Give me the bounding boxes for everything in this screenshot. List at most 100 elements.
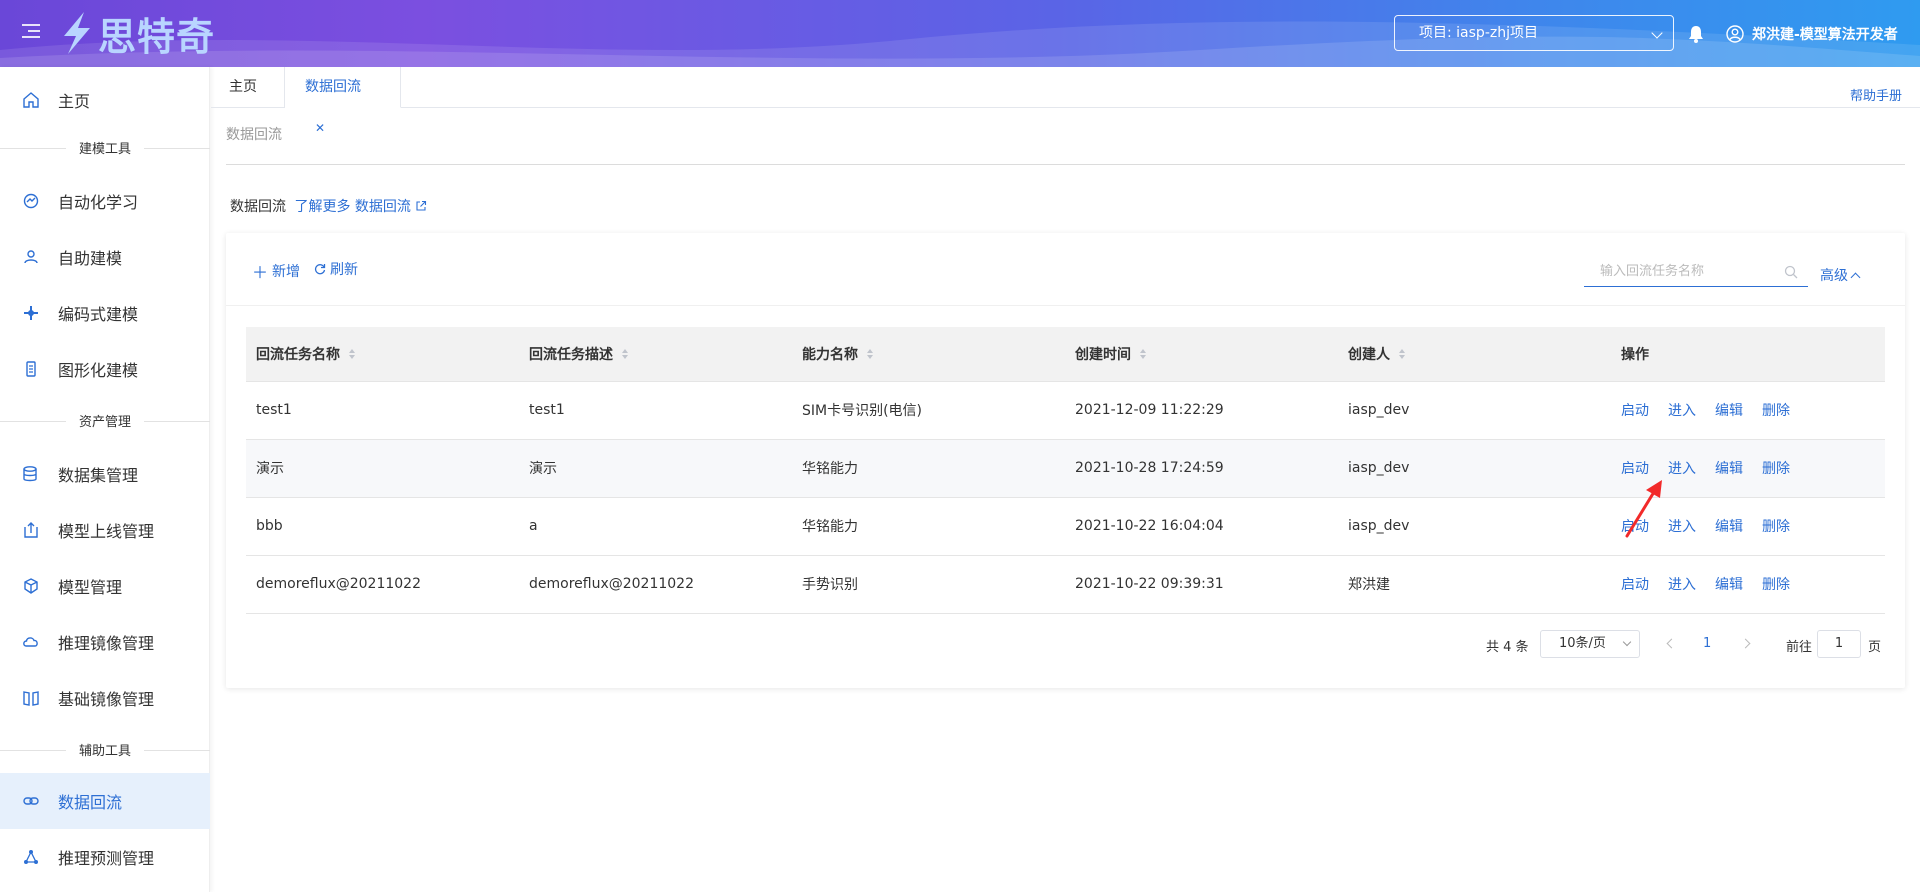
table-row: demoreflux@20211022 demoreflux@20211022 …	[246, 555, 1885, 614]
cloud-icon	[23, 637, 38, 647]
annotation-arrow-icon	[1625, 480, 1662, 538]
edit-button[interactable]: 编辑	[1715, 577, 1743, 593]
advanced-filter-toggle[interactable]: 高级	[1820, 265, 1861, 285]
column-header-creator[interactable]: 创建人	[1338, 327, 1611, 382]
menu-toggle-icon[interactable]	[22, 24, 40, 40]
refresh-icon	[314, 264, 326, 275]
sidebar-item-label: 图形化建模	[58, 361, 139, 380]
sidebar-item-dataset[interactable]: 数据集管理	[0, 446, 210, 502]
start-button[interactable]: 启动	[1621, 577, 1649, 593]
delete-button[interactable]: 删除	[1762, 577, 1790, 593]
sidebar-item-model-management[interactable]: 模型管理	[0, 558, 210, 614]
sidebar-item-inference-image[interactable]: 推理镜像管理	[0, 614, 210, 670]
edit-button[interactable]: 编辑	[1715, 403, 1743, 419]
delete-button[interactable]: 删除	[1762, 403, 1790, 419]
next-page-button[interactable]	[1738, 632, 1758, 654]
column-header-task-desc[interactable]: 回流任务描述	[519, 327, 792, 382]
enter-button[interactable]: 进入	[1668, 461, 1696, 477]
sidebar-item-base-image[interactable]: 基础镜像管理	[0, 670, 210, 726]
breadcrumb-divider	[226, 164, 1905, 165]
goto-label: 前往	[1786, 640, 1813, 655]
edit-button[interactable]: 编辑	[1715, 519, 1743, 535]
enter-button[interactable]: 进入	[1668, 577, 1696, 593]
cell-created-time: 2021-10-28 17:24:59	[1065, 439, 1338, 498]
cell-task-name: 演示	[246, 439, 519, 498]
delete-button[interactable]: 删除	[1762, 519, 1790, 535]
sidebar-item-label: 主页	[58, 92, 91, 111]
project-select[interactable]: 项目: iasp-zhj项目	[1394, 15, 1674, 51]
chevron-down-icon	[1622, 637, 1632, 647]
sort-icon[interactable]	[348, 348, 356, 360]
cell-task-desc: demoreflux@20211022	[519, 555, 792, 614]
page-title: 数据回流	[230, 199, 286, 215]
sidebar-section-asset-management: 资产管理	[0, 411, 210, 431]
cell-task-desc: a	[519, 497, 792, 556]
enter-button[interactable]: 进入	[1668, 403, 1696, 419]
start-button[interactable]: 启动	[1621, 403, 1649, 419]
cell-created-time: 2021-10-22 09:39:31	[1065, 555, 1338, 614]
table-row: test1 test1 SIM卡号识别(电信) 2021-12-09 11:22…	[246, 381, 1885, 440]
column-header-ability[interactable]: 能力名称	[792, 327, 1065, 382]
sidebar-item-inference-prediction[interactable]: 推理预测管理	[0, 829, 210, 885]
sidebar-item-automl[interactable]: 自动化学习	[0, 173, 210, 229]
cell-created-time: 2021-12-09 11:22:29	[1065, 381, 1338, 440]
page-intro: 数据回流 了解更多 数据回流	[230, 196, 427, 216]
cube-icon	[24, 578, 38, 594]
sidebar-item-label: 推理预测管理	[58, 849, 155, 868]
enter-button[interactable]: 进入	[1668, 519, 1696, 535]
sort-icon[interactable]	[1139, 348, 1147, 360]
breadcrumb: 数据回流	[226, 127, 282, 143]
prev-page-button[interactable]	[1660, 632, 1680, 654]
page-number-current[interactable]: 1	[1703, 636, 1711, 651]
sidebar-section-auxiliary-tools: 辅助工具	[0, 740, 210, 760]
tab-data-reflux[interactable]: 数据回流 ✕	[285, 67, 401, 135]
column-header-created-time[interactable]: 创建时间	[1065, 327, 1338, 382]
refresh-button[interactable]: 刷新	[314, 259, 358, 279]
column-header-label: 回流任务名称	[256, 346, 340, 363]
sidebar-item-home[interactable]: 主页	[0, 72, 210, 128]
cell-ability: SIM卡号识别(电信)	[792, 381, 1065, 440]
home-icon	[23, 92, 39, 108]
user-menu[interactable]: 郑洪建-模型算法开发者	[1726, 20, 1898, 48]
refresh-button-label: 刷新	[330, 262, 358, 278]
learn-more-link[interactable]: 了解更多 数据回流	[294, 199, 427, 215]
page-size-label: 10条/页	[1559, 636, 1606, 651]
task-search-box	[1584, 257, 1808, 287]
sidebar-item-self-modeling[interactable]: 自助建模	[0, 229, 210, 285]
sort-icon[interactable]	[1398, 348, 1406, 360]
edit-button[interactable]: 编辑	[1715, 461, 1743, 477]
sidebar-item-data-reflux[interactable]: 数据回流	[0, 773, 210, 829]
cell-creator: iasp_dev	[1338, 497, 1611, 556]
tab-home[interactable]: 主页	[211, 67, 285, 108]
sidebar-item-graphic-modeling[interactable]: 图形化建模	[0, 341, 210, 397]
cell-creator: iasp_dev	[1338, 381, 1611, 440]
sidebar-item-label: 基础镜像管理	[58, 690, 155, 709]
cell-task-desc: 演示	[519, 439, 792, 498]
column-header-label: 回流任务描述	[529, 346, 613, 363]
bell-icon[interactable]	[1688, 25, 1704, 43]
cell-task-desc: test1	[519, 381, 792, 440]
sidebar-item-model-deploy[interactable]: 模型上线管理	[0, 502, 210, 558]
upload-icon	[24, 522, 38, 538]
help-manual-link[interactable]: 帮助手册	[1850, 85, 1902, 104]
brand-name: 思特奇	[98, 14, 216, 59]
sidebar: 主页 建模工具 自动化学习 自助建模 编码式建模 图形化建模 资产管理 数据集管…	[0, 67, 210, 892]
close-icon[interactable]: ✕	[315, 121, 325, 135]
sort-icon[interactable]	[621, 348, 629, 360]
start-button[interactable]: 启动	[1621, 461, 1649, 477]
column-header-task-name[interactable]: 回流任务名称	[246, 327, 519, 382]
task-search-input[interactable]	[1584, 257, 1774, 285]
goto-page-input[interactable]: 1	[1817, 630, 1861, 658]
add-button[interactable]: ＋ 新增	[252, 259, 300, 283]
tab-label: 主页	[229, 79, 257, 95]
page-size-select[interactable]: 10条/页	[1540, 630, 1640, 658]
code-modeling-icon	[24, 306, 38, 320]
cell-task-name: demoreflux@20211022	[246, 555, 519, 614]
search-icon[interactable]	[1784, 265, 1798, 279]
delete-button[interactable]: 删除	[1762, 461, 1790, 477]
cell-ability: 华铭能力	[792, 439, 1065, 498]
reflux-task-card: ＋ 新增 刷新 高级 回流任务名称 回流任务描述 能力名称 创建时间 创建人 操…	[226, 233, 1905, 688]
sidebar-item-code-modeling[interactable]: 编码式建模	[0, 285, 210, 341]
sort-icon[interactable]	[866, 348, 874, 360]
brand-logo[interactable]: 思特奇	[56, 10, 215, 59]
